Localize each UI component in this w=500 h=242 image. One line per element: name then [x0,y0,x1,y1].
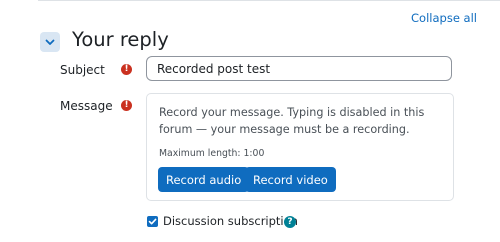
record-video-button[interactable]: Record video [245,167,336,192]
max-length-note: Maximum length: 1:00 [159,148,265,159]
recorder-panel: Record your message. Typing is disabled … [146,93,454,201]
exclamation-circle-icon: ! [121,100,132,111]
question-circle-icon[interactable]: ? [284,216,296,228]
message-label: Message [60,99,113,113]
subject-input[interactable] [146,56,452,81]
collapse-all-link[interactable]: Collapse all [411,11,477,25]
section-title: Your reply [72,28,169,51]
discussion-subscription-checkbox[interactable] [147,216,158,227]
chevron-down-icon [45,39,55,45]
exclamation-circle-icon: ! [121,64,132,75]
discussion-subscription-label[interactable]: Discussion subscription [163,214,298,228]
section-toggle-button[interactable] [40,32,60,52]
check-icon [148,218,157,225]
record-audio-button[interactable]: Record audio [158,167,250,192]
recorder-instructions: Record your message. Typing is disabled … [159,106,425,136]
subject-label: Subject [60,63,105,77]
top-divider [38,0,500,1]
